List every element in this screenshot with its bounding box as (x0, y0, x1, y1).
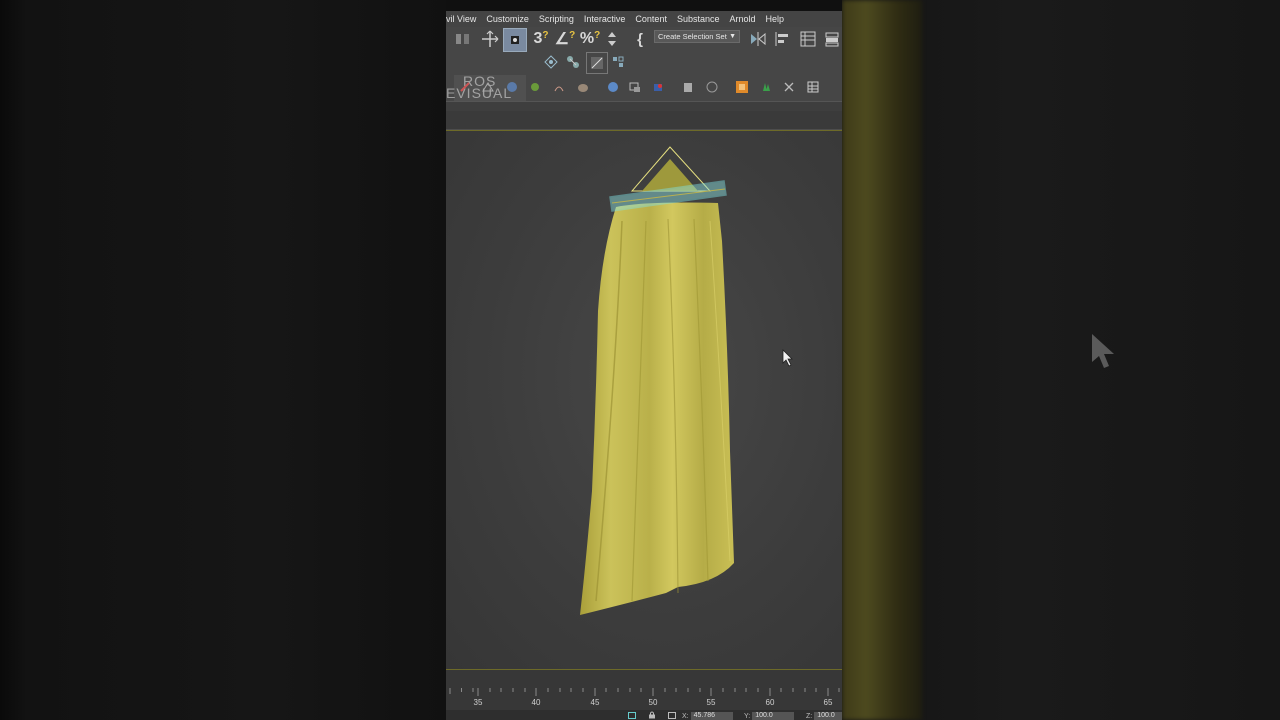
main-toolbar: 3? ∠? %? { Create Selection Set ▼ ROS EV… (446, 27, 842, 101)
x-label: X: (682, 712, 689, 720)
snap-3d-button[interactable]: 3? (532, 29, 550, 49)
menu-item-content[interactable]: Content (630, 14, 672, 24)
perspective-viewport[interactable] (446, 131, 842, 671)
select-object-icon[interactable] (503, 28, 527, 52)
red-tool-icon[interactable] (458, 80, 472, 94)
menu-item-customize[interactable]: Customize (481, 14, 534, 24)
timeline-tick-label: 65 (823, 698, 833, 707)
menu-item-scripting[interactable]: Scripting (534, 14, 579, 24)
cloth-tool-icon[interactable] (481, 80, 495, 94)
hair-tool-icon[interactable] (552, 80, 566, 94)
menu-item-help[interactable]: Help (761, 14, 790, 24)
blurred-curtain (842, 0, 922, 720)
green-tool-icon[interactable] (528, 80, 542, 94)
y-label: Y: (744, 712, 751, 720)
render-icon[interactable] (651, 80, 665, 94)
left-blurred-background (0, 0, 446, 720)
render-setup-icon[interactable] (610, 54, 626, 70)
move-icon[interactable] (480, 29, 500, 49)
material-editor-icon[interactable] (586, 52, 608, 74)
sphere-tool-icon[interactable] (505, 80, 519, 94)
curtain-scene (580, 146, 734, 615)
menu-item-substance[interactable]: Substance (672, 14, 725, 24)
scene-explorer-icon[interactable] (798, 29, 818, 49)
select-link-icon[interactable] (452, 29, 474, 49)
blurred-cursor-icon (1092, 334, 1114, 368)
mirror-icon[interactable] (748, 29, 768, 49)
x-coordinate: X: 45.786 (682, 712, 733, 720)
globe-icon[interactable] (606, 80, 620, 94)
layer-explorer-icon[interactable] (822, 29, 842, 49)
schematic-view-icon[interactable] (564, 52, 582, 72)
braces-label: { (637, 30, 643, 48)
selection-set-label: Create Selection Set (658, 32, 727, 41)
named-selection-braces[interactable]: { (632, 29, 648, 49)
timeline-tick-label: 40 (531, 698, 541, 707)
menu-item-interactive[interactable]: Interactive (579, 14, 631, 24)
tools-icon[interactable] (782, 80, 796, 94)
rock-tool-icon[interactable] (576, 80, 590, 94)
percent-snap-button[interactable]: %? (580, 29, 600, 49)
y-field[interactable]: 100.0 (752, 712, 795, 720)
status-bar: X: 45.786 Y: 100.0 Z: 100.0 (446, 710, 842, 720)
menu-item-civil-view[interactable]: vil View (446, 14, 481, 24)
align-icon[interactable] (772, 29, 792, 49)
transform-gizmo-icon[interactable] (542, 53, 560, 71)
chevron-down-icon: ▼ (729, 33, 736, 40)
top-strip (446, 0, 842, 11)
absolute-mode-icon[interactable] (668, 712, 676, 719)
create-selection-set-dropdown[interactable]: Create Selection Set ▼ (654, 30, 740, 43)
grid-table-icon[interactable] (806, 80, 820, 94)
lock-icon[interactable] (648, 711, 656, 719)
help-circle-icon[interactable] (705, 80, 719, 94)
mouse-cursor-icon (782, 349, 793, 367)
timeline-tick-label: 55 (706, 698, 716, 707)
photoshop-icon[interactable] (735, 80, 749, 94)
max-app-window: vil View Customize Scripting Interactive… (446, 0, 842, 720)
viewport-header-bar (446, 111, 842, 130)
angle-snap-button[interactable]: ∠? (555, 29, 575, 49)
render-frame-icon[interactable] (628, 80, 642, 94)
menu-bar: vil View Customize Scripting Interactive… (446, 11, 842, 27)
timeline-tick-label: 50 (648, 698, 658, 707)
curtain-mesh (580, 202, 734, 615)
timeline-tick-label: 45 (590, 698, 600, 707)
timeline-tick-label: 35 (473, 698, 483, 707)
timeline-tick-label: 60 (765, 698, 775, 707)
z-coordinate: Z: 100.0 (806, 712, 842, 720)
clipboard-icon[interactable] (681, 80, 695, 94)
spinner-snap-icon[interactable] (604, 29, 620, 49)
right-blurred-background (842, 0, 1280, 720)
snap-3d-label: 3 (533, 30, 543, 47)
percent-snap-label: % (579, 30, 595, 47)
logo-line-2: EVISUAL (446, 85, 513, 101)
y-coordinate: Y: 100.0 (744, 712, 795, 720)
angle-snap-label: ∠ (554, 31, 570, 48)
z-field[interactable]: 100.0 (814, 712, 842, 720)
forest-icon[interactable] (759, 80, 773, 94)
selection-lock-icon[interactable] (628, 712, 636, 719)
z-label: Z: (806, 712, 813, 720)
menu-item-arnold[interactable]: Arnold (724, 14, 760, 24)
x-field[interactable]: 45.786 (690, 712, 733, 720)
timeline-ticks (449, 688, 840, 696)
